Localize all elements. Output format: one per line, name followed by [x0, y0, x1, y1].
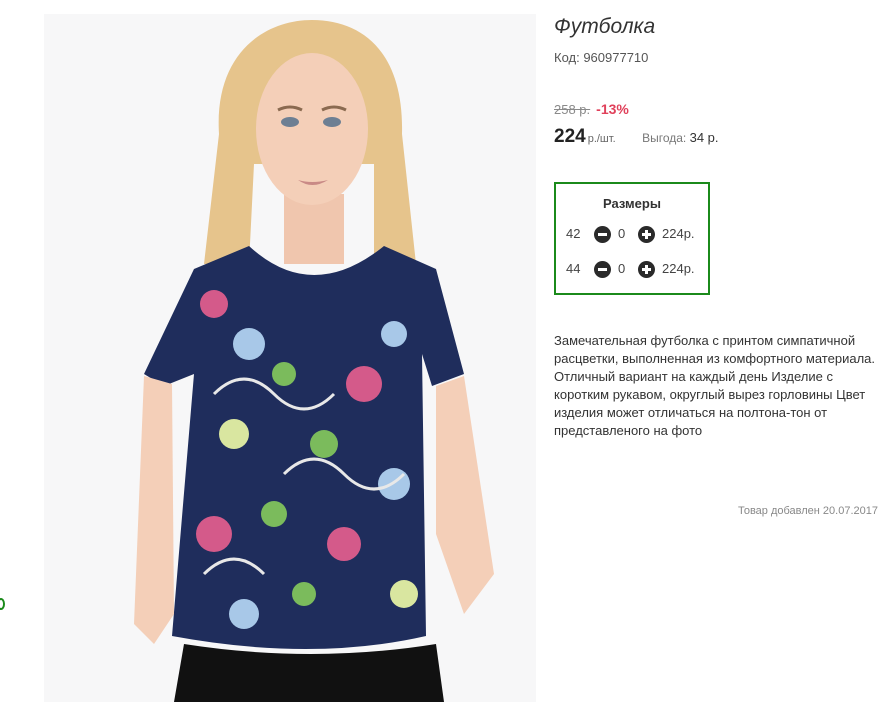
price-unit: р./шт. — [587, 133, 616, 145]
size-price: 224р. — [662, 226, 695, 241]
decrease-quantity-button[interactable] — [594, 261, 611, 278]
decrease-quantity-button[interactable] — [594, 226, 611, 243]
size-price: 224р. — [662, 261, 695, 276]
partial-circle-icon — [0, 598, 5, 610]
model-shirt-illustration — [44, 14, 536, 702]
saving: Выгода: 34 р. — [642, 130, 719, 145]
quantity-value: 0 — [618, 261, 626, 276]
product-description: Замечательная футболка с принтом симпати… — [554, 333, 875, 438]
quantity-value: 0 — [618, 226, 626, 241]
product-photo[interactable] — [44, 14, 536, 702]
increase-quantity-button[interactable] — [638, 261, 655, 278]
price-row: 224 р./шт. Выгода: 34 р. — [554, 126, 719, 148]
increase-quantity-button[interactable] — [638, 226, 655, 243]
saving-label: Выгода: — [642, 131, 687, 145]
added-date: Товар добавлен 20.07.2017 — [737, 505, 878, 517]
old-price-row: 258 р. -13% — [554, 101, 629, 117]
saving-value: 34 р. — [689, 130, 719, 145]
product-code: Код: 960977710 — [554, 50, 649, 65]
old-price: 258 р. — [554, 102, 591, 117]
price-value: 224 — [554, 126, 586, 147]
sizes-box: Размеры 42 0 224р. 44 0 224р. — [554, 182, 710, 295]
size-label: 42 — [566, 226, 581, 241]
size-label: 44 — [566, 261, 581, 276]
discount-badge: -13% — [596, 101, 629, 117]
product-title: Футболка — [554, 15, 656, 38]
sizes-title: Размеры — [603, 196, 661, 211]
